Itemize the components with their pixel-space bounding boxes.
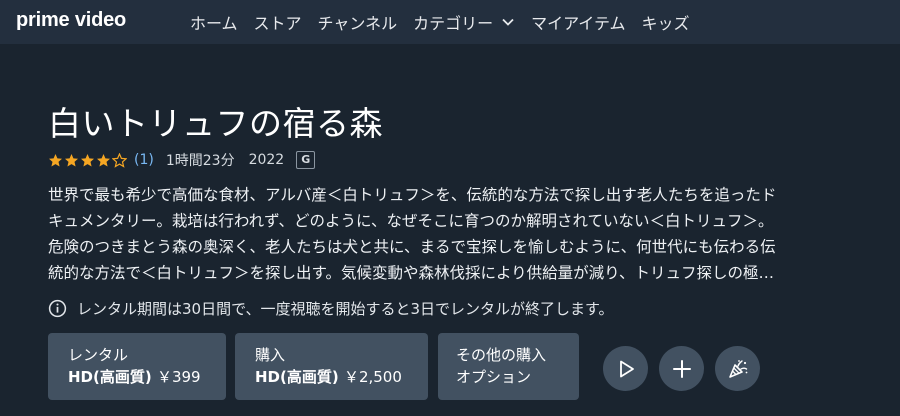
chevron-down-icon xyxy=(502,18,514,26)
nav-item-categories[interactable]: カテゴリー xyxy=(413,10,515,34)
duration: 1時間23分 xyxy=(165,153,235,169)
rent-button[interactable]: レンタル HD(高画質) ￥399 xyxy=(48,333,226,400)
prime-video-logo[interactable]: prime video xyxy=(16,9,126,32)
rent-button-detail: HD(高画質) ￥399 xyxy=(68,367,206,387)
rental-notice-text: レンタル期間は30日間で、一度視聴を開始すると3日でレンタルが終了します。 xyxy=(77,299,614,318)
rent-price: ￥399 xyxy=(156,368,201,386)
star-filled-icon xyxy=(65,153,78,166)
rent-quality: HD(高画質) xyxy=(68,368,152,386)
maturity-rating-badge: G xyxy=(296,151,316,169)
nav-item-label: チャンネル xyxy=(317,14,398,33)
top-navigation-bar: prime video ホーム ストア チャンネル カテゴリー マイアイテム キ… xyxy=(0,0,900,44)
nav-item-label: マイアイテム xyxy=(531,14,626,33)
other-options-line1: その他の購入 xyxy=(456,346,547,364)
star-filled-icon xyxy=(97,153,110,166)
nav-item-label: ストア xyxy=(253,14,302,33)
synopsis-line: 危険のつきまとう森の奥深く、老人たちは犬と共に、まるで宝探しを愉しむように、何世… xyxy=(48,238,776,256)
buy-button-label: 購入 xyxy=(255,346,286,364)
star-filled-icon xyxy=(81,153,94,166)
buy-price: ￥2,500 xyxy=(343,368,402,386)
play-icon xyxy=(619,360,634,377)
synopsis: 世界で最も希少で高価な食材、アルバ産＜白トリュフ＞を、伝統的な方法で探し出す老人… xyxy=(48,182,858,286)
buy-button[interactable]: 購入 HD(高画質) ￥2,500 xyxy=(235,333,428,400)
buy-button-detail: HD(高画質) ￥2,500 xyxy=(255,367,408,387)
nav-item-label: カテゴリー xyxy=(413,14,494,33)
nav-item-label: ホーム xyxy=(190,14,238,33)
rating-count[interactable]: (1) xyxy=(134,152,154,168)
star-empty-icon xyxy=(112,152,127,168)
nav-item-store[interactable]: ストア xyxy=(254,10,302,34)
nav-item-home[interactable]: ホーム xyxy=(190,10,238,34)
synopsis-line: 世界で最も希少で高価な食材、アルバ産＜白トリュフ＞を、伝統的な方法で探し出す老人… xyxy=(48,186,777,204)
nav-item-kids[interactable]: キッズ xyxy=(642,10,690,34)
nav-item-my-stuff[interactable]: マイアイテム xyxy=(531,10,625,34)
plus-icon xyxy=(672,359,691,378)
party-popper-icon xyxy=(728,359,747,378)
synopsis-line: 統的な方法で＜白トリュフ＞を探し出す。気候変動や森林伐採により供給量が減り、トリ… xyxy=(48,264,775,282)
synopsis-line: キュメンタリー。栽培は行われず、どのように、なぜそこに育つのか解明されていない＜… xyxy=(48,212,774,230)
star-filled-icon xyxy=(49,153,62,166)
info-icon xyxy=(48,299,67,317)
other-purchase-options-button[interactable]: その他の購入 オプション xyxy=(438,333,579,400)
page-title: 白いトリュフの宿る森 xyxy=(48,104,383,143)
main-nav: ホーム ストア チャンネル カテゴリー マイアイテム キッズ xyxy=(190,0,706,44)
star-rating[interactable] xyxy=(48,152,128,168)
play-trailer-button[interactable] xyxy=(603,346,648,391)
nav-item-channels[interactable]: チャンネル xyxy=(318,10,398,34)
title-metadata: (1) 1時間23分 2022 G xyxy=(48,150,316,170)
rent-button-label: レンタル xyxy=(68,346,129,364)
rental-notice: レンタル期間は30日間で、一度視聴を開始すると3日でレンタルが終了します。 xyxy=(48,297,614,319)
add-to-watchlist-button[interactable] xyxy=(659,346,704,391)
buy-quality: HD(高画質) xyxy=(255,368,339,386)
nav-item-label: キッズ xyxy=(641,14,690,33)
release-year: 2022 xyxy=(248,152,285,168)
other-options-line2: オプション xyxy=(456,368,532,386)
watch-party-button[interactable] xyxy=(715,346,760,391)
